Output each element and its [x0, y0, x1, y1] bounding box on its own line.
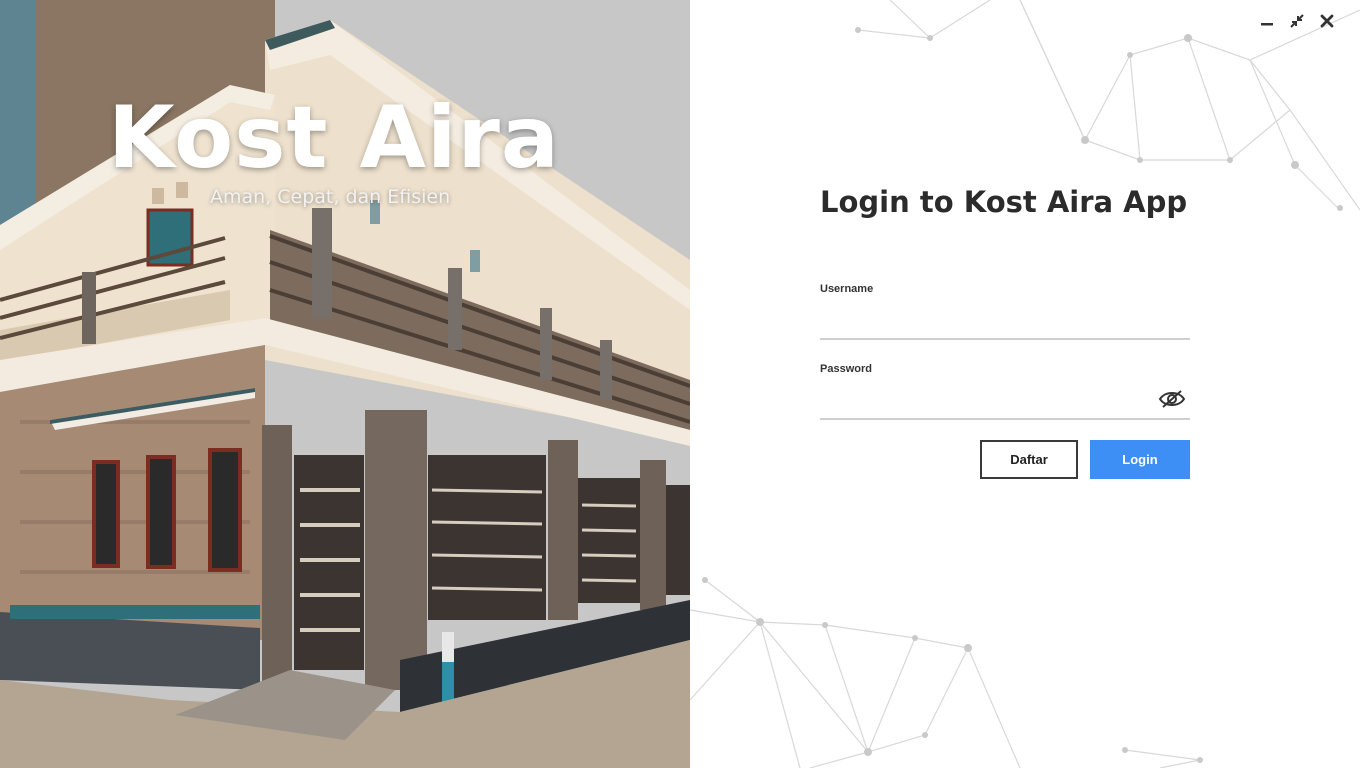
register-button[interactable]: Daftar: [980, 440, 1078, 479]
login-title: Login to Kost Aira App: [820, 185, 1188, 219]
username-label: Username: [820, 283, 874, 295]
username-input[interactable]: [820, 310, 1190, 340]
minimize-icon[interactable]: [1258, 12, 1276, 30]
login-button[interactable]: Login: [1090, 440, 1190, 479]
eye-slash-icon[interactable]: [1158, 388, 1186, 410]
hero-panel: Kost Aira Aman, Cepat, dan Efisien: [0, 0, 690, 768]
brand-tagline: Aman, Cepat, dan Efisien: [210, 186, 451, 208]
network-decoration: [690, 0, 1360, 768]
restore-icon[interactable]: [1288, 12, 1306, 30]
password-label: Password: [820, 363, 872, 375]
brand-title: Kost Aira: [108, 88, 560, 188]
login-window: Kost Aira Aman, Cepat, dan Efisien Login…: [0, 0, 1360, 768]
login-panel: Login to Kost Aira App Username Password…: [690, 0, 1360, 768]
password-input[interactable]: [820, 390, 1190, 420]
window-controls: [1258, 12, 1336, 30]
close-icon[interactable]: [1318, 12, 1336, 30]
